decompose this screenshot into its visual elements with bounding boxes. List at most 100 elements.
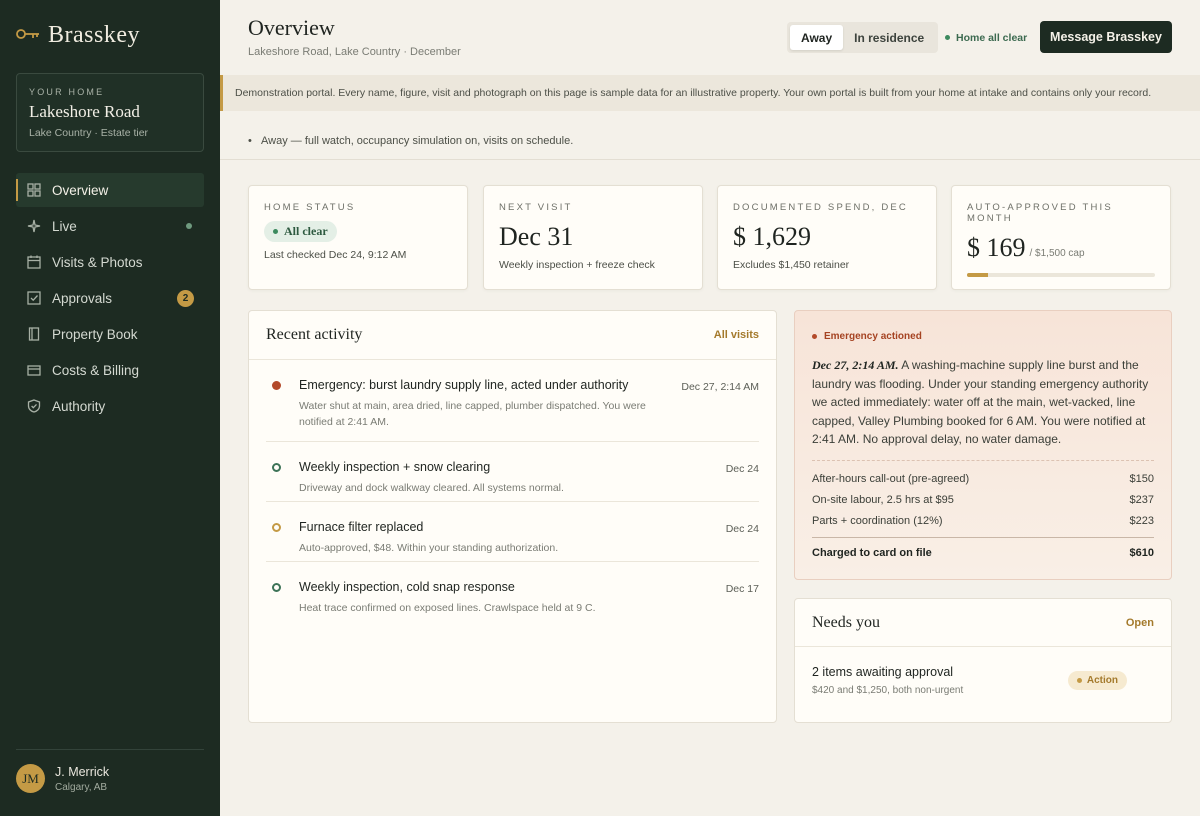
charge-amount: $223 (1129, 515, 1154, 527)
emergency-tag: Emergency actioned (812, 331, 1154, 342)
brand-logo[interactable]: Brasskey (16, 22, 140, 49)
away-status-line: • Away — full watch, occupancy simulatio… (248, 135, 573, 147)
activity-desc: Water shut at main, area dried, line cap… (299, 400, 646, 428)
mode-away-button[interactable]: Away (790, 25, 844, 50)
status-dot-icon (273, 229, 278, 234)
sidebar-item-label: Costs & Billing (52, 362, 140, 378)
stat-label: NEXT VISIT (499, 202, 573, 213)
chip-label: All clear (284, 224, 328, 238)
live-indicator-dot (186, 223, 192, 229)
sidebar-item-label: Live (52, 218, 77, 234)
sparkle-icon (26, 218, 42, 234)
home-card[interactable]: YOUR HOME Lakeshore Road Lake Country · … (16, 73, 204, 152)
charge-total-label: Charged to card on file (812, 546, 932, 559)
emergency-marker-icon (272, 381, 281, 390)
activity-item[interactable]: Furnace filter replaced Auto-approved, $… (266, 502, 759, 562)
last-checked-text: Last checked Dec 24, 9:12 AM (264, 249, 407, 261)
shield-icon (26, 398, 42, 414)
activity-date: Dec 24 (725, 463, 759, 475)
mode-toggle: Away In residence (787, 22, 939, 53)
visit-marker-icon (272, 583, 281, 592)
activity-desc: Driveway and dock walkway cleared. All s… (299, 482, 564, 494)
message-brasskey-button[interactable]: Message Brasskey (1040, 21, 1172, 53)
emergency-actioned-card: Emergency actioned Dec 27, 2:14 AM. A wa… (794, 310, 1172, 580)
needs-you-panel: Needs you Open 2 items awaiting approval… (794, 598, 1172, 723)
action-chip[interactable]: Action (1067, 671, 1127, 690)
sidebar-nav: Overview Live Visits & Photos Approvals … (16, 173, 204, 425)
divider (220, 159, 1200, 160)
home-status-pill: Home all clear (936, 26, 1036, 49)
charge-row: On-site labour, 2.5 hrs at $95 $237 (812, 490, 1154, 511)
grid-icon (26, 182, 42, 198)
charge-total-amount: $610 (1129, 546, 1154, 559)
sidebar-item-overview[interactable]: Overview (16, 173, 204, 207)
sidebar-item-approvals[interactable]: Approvals 2 (16, 281, 204, 315)
user-name: J. Merrick (55, 764, 110, 779)
charge-breakdown: After-hours call-out (pre-agreed) $150 On… (812, 469, 1154, 532)
cap-progress-bar (967, 273, 1155, 277)
charge-row: Parts + coordination (12%) $223 (812, 511, 1154, 532)
activity-desc: Auto-approved, $48. Within your standing… (299, 542, 559, 554)
sidebar-item-costs-billing[interactable]: Costs & Billing (16, 353, 204, 387)
calendar-icon (26, 254, 42, 270)
checkbox-icon (26, 290, 42, 306)
stat-label: HOME STATUS (264, 202, 356, 213)
next-visit-card: NEXT VISIT Dec 31 Weekly inspection + fr… (483, 185, 703, 290)
emergency-timestamp: Dec 27, 2:14 AM. (812, 358, 899, 372)
stat-label: DOCUMENTED SPEND, DEC (733, 202, 908, 213)
home-status-text: Home all clear (956, 31, 1028, 44)
action-chip-label: Action (1086, 675, 1118, 686)
visit-marker-icon (272, 463, 281, 472)
charge-label: Parts + coordination (12%) (812, 515, 943, 527)
card-icon (26, 362, 42, 378)
activity-date: Dec 24 (725, 523, 759, 535)
user-profile[interactable]: JM J. Merrick Calgary, AB (16, 764, 109, 793)
home-tier: Lake Country · Estate tier (29, 127, 149, 139)
charge-amount: $237 (1129, 494, 1154, 506)
panel-title: Needs you (812, 613, 880, 631)
sidebar-item-visits-photos[interactable]: Visits & Photos (16, 245, 204, 279)
home-status-card: HOME STATUS All clear Last checked Dec 2… (248, 185, 468, 290)
spend-note: Excludes $1,450 retainer (733, 259, 850, 271)
documented-spend-card: DOCUMENTED SPEND, DEC $ 1,629 Excludes $… (717, 185, 937, 290)
mode-in-residence-button[interactable]: In residence (843, 25, 935, 50)
sidebar-item-authority[interactable]: Authority (16, 389, 204, 423)
divider (812, 536, 1154, 538)
book-icon (26, 326, 42, 342)
open-link[interactable]: Open (1126, 617, 1154, 629)
sidebar-item-property-book[interactable]: Property Book (16, 317, 204, 351)
sidebar-item-live[interactable]: Live (16, 209, 204, 243)
activity-desc: Heat trace confirmed on exposed lines. C… (299, 602, 596, 614)
avatar: JM (16, 764, 45, 793)
action-dot-icon (1076, 678, 1082, 683)
charge-label: After-hours call-out (pre-agreed) (812, 473, 970, 485)
emergency-tag-label: Emergency actioned (824, 331, 922, 342)
approvals-count-badge: 2 (177, 289, 194, 307)
bullet-icon: • (248, 135, 262, 147)
activity-item[interactable]: Emergency: burst laundry supply line, ac… (266, 360, 759, 442)
recent-activity-panel: Recent activity All visits Emergency: bu… (248, 310, 777, 723)
activity-item[interactable]: Weekly inspection + snow clearing Drivew… (266, 442, 759, 502)
auto-approved-cap: / $1,500 cap (1029, 248, 1085, 259)
panel-title: Recent activity (266, 326, 363, 343)
activity-item[interactable]: Weekly inspection, cold snap response He… (266, 562, 759, 622)
user-location: Calgary, AB (55, 781, 108, 793)
all-visits-link[interactable]: All visits (714, 329, 759, 341)
sidebar-item-label: Property Book (52, 326, 138, 342)
alert-dot-icon (812, 334, 817, 339)
sidebar-divider (16, 749, 204, 750)
pending-approvals-item[interactable]: 2 items awaiting approval $420 and $1,25… (795, 647, 1171, 714)
cap-progress-fill (967, 273, 989, 277)
brand-name: Brasskey (48, 22, 140, 48)
activity-date: Dec 27, 2:14 AM (681, 381, 759, 393)
page-title: Overview (248, 15, 335, 40)
page-subtitle: Lakeshore Road, Lake Country · December (248, 46, 461, 58)
stat-label: AUTO-APPROVED THIS MONTH (967, 202, 1113, 224)
next-visit-date: Dec 31 (499, 222, 574, 251)
charge-label: On-site labour, 2.5 hrs at $95 (812, 494, 954, 506)
charge-total-row: Charged to card on file $610 (812, 547, 1154, 559)
activity-title: Weekly inspection, cold snap response (299, 580, 515, 594)
activity-title: Furnace filter replaced (299, 520, 424, 534)
home-eyebrow: YOUR HOME (29, 87, 105, 97)
sidebar-item-label: Authority (52, 398, 106, 414)
